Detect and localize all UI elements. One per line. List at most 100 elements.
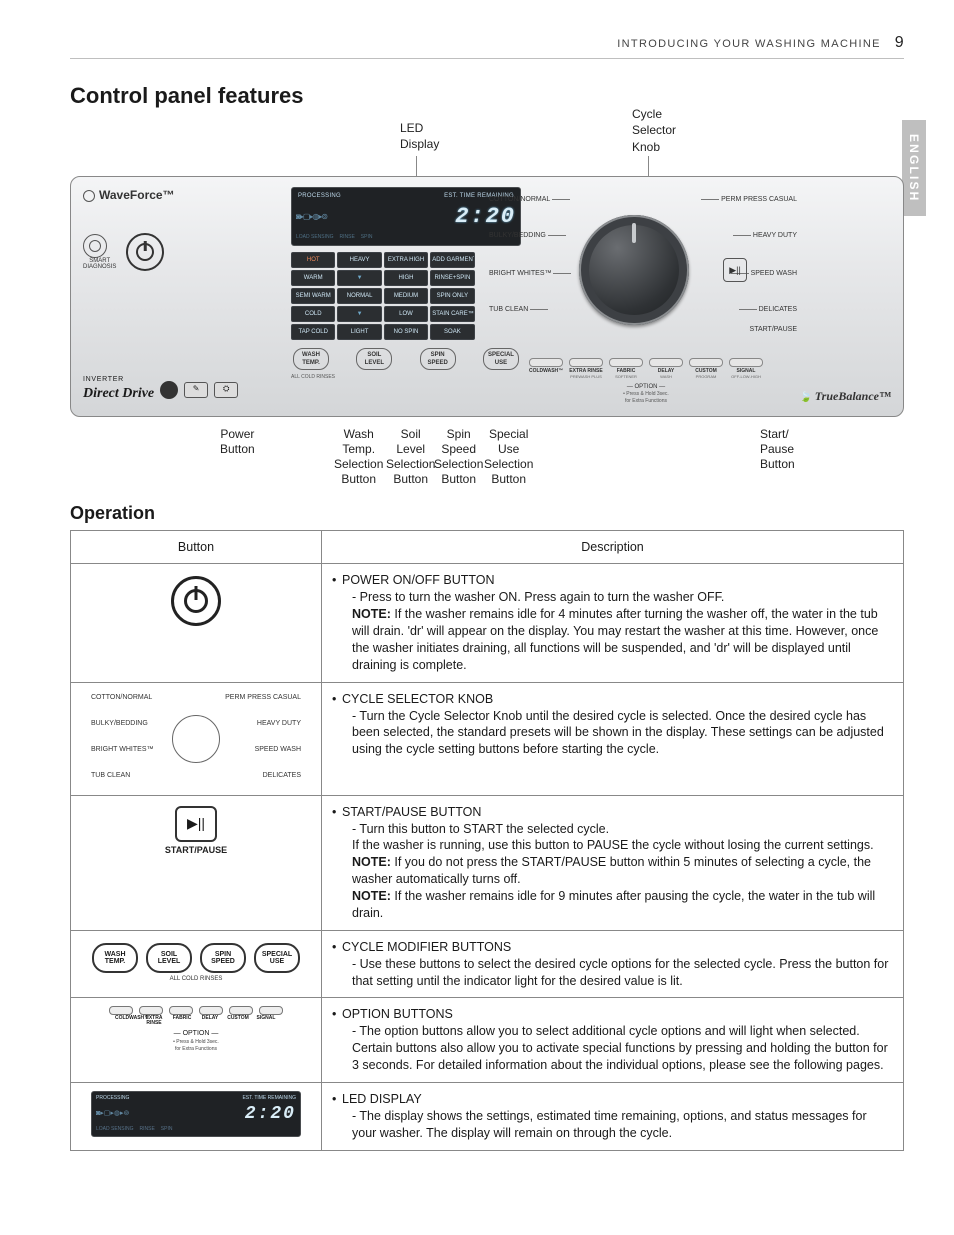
col-button: Button <box>71 530 322 564</box>
table-row: ▶|| START/PAUSE START/PAUSE BUTTON- Turn t… <box>71 795 904 930</box>
page-number: 9 <box>895 32 904 54</box>
option-button: EXTRA RINSEPREWASH PLUS <box>569 358 603 379</box>
waveforce-logo: WaveForce™ <box>83 187 283 203</box>
cert-badge-icon: ⛭ <box>214 382 238 398</box>
panel-knob-zone: COTTON/NORMAL BULKY/BEDDING BRIGHT WHITE… <box>529 187 763 404</box>
grid-cell: NORMAL <box>337 288 381 304</box>
grid-cell: STAIN CARE™ <box>430 306 474 322</box>
led-time: 2:20 <box>455 202 516 232</box>
smart-diagnosis-icon <box>83 234 107 258</box>
start-pause-icon: ▶|| <box>723 258 747 282</box>
description-cell: CYCLE SELECTOR KNOB- Turn the Cycle Sele… <box>322 682 904 795</box>
grid-cell: NO SPIN <box>384 324 428 340</box>
button-cell: WASHTEMP.SOILLEVELSPINSPEEDSPECIALUSEALL… <box>71 930 322 998</box>
grid-cell: TAP COLD <box>291 324 335 340</box>
cycle-label: TUB CLEAN <box>489 305 550 314</box>
grid-cell: ADD GARMENTS <box>430 252 474 268</box>
modifier-button: SOILLEVEL <box>354 348 394 370</box>
top-callouts: LED Display Cycle Selector Knob <box>70 116 904 176</box>
option-button: DELAYWASH <box>649 358 683 379</box>
smart-diagnosis-label: SMART DIAGNOSIS <box>83 258 116 270</box>
page-title: Control panel features <box>70 81 904 111</box>
truebalance-logo: TrueBalance™ <box>800 388 891 405</box>
button-cell: COLDWASH™EXTRA RINSEFABRICDELAYCUSTOMSIG… <box>71 998 322 1083</box>
knob-icon: COTTON/NORMALBULKY/BEDDINGBRIGHT WHITES™… <box>91 691 301 787</box>
callout-start: Start/ Pause Button <box>760 427 795 472</box>
settings-grid: HOTHEAVYEXTRA HIGHADD GARMENTS WARM HIGHRI… <box>291 252 521 340</box>
dd-badge-icon <box>160 381 178 399</box>
led-strip: LOAD SENSINGRINSESPIN <box>296 234 516 241</box>
callout-led: LED Display <box>400 120 439 152</box>
led-display: PROCESSINGEST. TIME REMAINING ◙▸▢▸◍▸⊚ 2:… <box>291 187 521 246</box>
grid-cell: MEDIUM <box>384 288 428 304</box>
grid-cell: WARM <box>291 270 335 286</box>
button-cell: PROCESSINGEST. TIME REMAINING◙▸▢▸◍▸⊚2:20… <box>71 1082 322 1150</box>
option-button: SIGNALOFF-LOW-HIGH <box>729 358 763 379</box>
led-progress-icons: ◙▸▢▸◍▸⊚ <box>296 212 327 223</box>
cycle-label: BRIGHT WHITES™ <box>489 269 573 278</box>
bottom-callouts: Power Button Wash Temp. Selection Button… <box>70 421 904 493</box>
control-panel-diagram: WaveForce™ SMART DIAGNOSIS INVERTER Dire… <box>70 176 904 417</box>
panel-right-zone: TrueBalance™ <box>771 187 891 404</box>
cert-badge-icon: ✎ <box>184 382 208 398</box>
button-cell: COTTON/NORMALBULKY/BEDDINGBRIGHT WHITES™… <box>71 682 322 795</box>
led-icon: PROCESSINGEST. TIME REMAINING◙▸▢▸◍▸⊚2:20… <box>91 1091 301 1137</box>
col-description: Description <box>322 530 904 564</box>
grid-cell: COLD <box>291 306 335 322</box>
grid-cell <box>337 306 381 322</box>
language-tab: ENGLISH <box>902 120 926 216</box>
modifier-button: SPINSPEED <box>418 348 458 370</box>
grid-cell: HIGH <box>384 270 428 286</box>
option-caption: — OPTION — • Press & Hold 3sec. for Extr… <box>529 383 763 405</box>
start-pause-label: START/PAUSE <box>81 844 311 856</box>
callout-spin: Spin Speed Selection Button <box>434 427 483 487</box>
option-button: CUSTOMPROGRAM <box>689 358 723 379</box>
all-cold-rinses-label: ALL COLD RINSES <box>291 374 521 381</box>
section-title: INTRODUCING YOUR WASHING MACHINE <box>617 37 880 52</box>
callout-soil: Soil Level Selection Button <box>386 427 435 487</box>
description-cell: CYCLE MODIFIER BUTTONS- Use these button… <box>322 930 904 998</box>
button-cell <box>71 564 322 682</box>
running-header: INTRODUCING YOUR WASHING MACHINE 9 <box>70 32 904 59</box>
modifier-row: WASHTEMP.SOILLEVELSPINSPEEDSPECIALUSE <box>291 348 521 370</box>
cycle-label: COTTON/NORMAL <box>489 195 572 204</box>
button-cell: ▶|| START/PAUSE <box>71 795 322 930</box>
description-cell: LED DISPLAY- The display shows the setti… <box>322 1082 904 1150</box>
led-hdr-left: PROCESSING <box>298 192 341 200</box>
grid-cell: LOW <box>384 306 428 322</box>
start-pause-icon: ▶|| <box>175 806 217 842</box>
panel-left-zone: WaveForce™ SMART DIAGNOSIS INVERTER Dire… <box>83 187 283 404</box>
callout-knob: Cycle Selector Knob <box>632 106 676 155</box>
table-row: COLDWASH™EXTRA RINSEFABRICDELAYCUSTOMSIG… <box>71 998 904 1083</box>
power-icon <box>171 576 221 626</box>
direct-drive-logo: INVERTER Direct Drive ✎ ⛭ <box>83 375 238 404</box>
panel-mid-zone: PROCESSINGEST. TIME REMAINING ◙▸▢▸◍▸⊚ 2:… <box>291 187 521 404</box>
grid-cell: EXTRA HIGH <box>384 252 428 268</box>
table-row: PROCESSINGEST. TIME REMAINING◙▸▢▸◍▸⊚2:20… <box>71 1082 904 1150</box>
callout-special: Special Use Selection Button <box>484 427 533 487</box>
callout-power: Power Button <box>220 427 255 457</box>
grid-cell: RINSE+SPIN <box>430 270 474 286</box>
modifier-icons: WASHTEMP.SOILLEVELSPINSPEEDSPECIALUSE <box>81 943 311 973</box>
grid-cell: SEMI WARM <box>291 288 335 304</box>
table-row: COTTON/NORMALBULKY/BEDDINGBRIGHT WHITES™… <box>71 682 904 795</box>
option-button: FABRICSOFTENER <box>609 358 643 379</box>
table-row: WASHTEMP.SOILLEVELSPINSPEEDSPECIALUSEALL… <box>71 930 904 998</box>
grid-cell: HOT <box>291 252 335 268</box>
power-button-icon <box>126 233 164 271</box>
grid-cell: SOAK <box>430 324 474 340</box>
option-button: COLDWASH™ <box>529 358 563 379</box>
grid-cell: HEAVY <box>337 252 381 268</box>
grid-cell: SPIN ONLY <box>430 288 474 304</box>
operation-heading: Operation <box>70 501 904 525</box>
option-row: COLDWASH™ EXTRA RINSEPREWASH PLUS FABRICSO… <box>529 358 763 379</box>
cycle-label: BULKY/BEDDING <box>489 231 568 240</box>
operation-table: Button Description POWER ON/OFF BUTTON- … <box>70 530 904 1151</box>
inverter-label: INVERTER <box>83 375 154 384</box>
grid-cell <box>337 270 381 286</box>
cycle-selector-knob-icon <box>579 215 689 325</box>
modifier-button: WASHTEMP. <box>291 348 331 370</box>
grid-cell: LIGHT <box>337 324 381 340</box>
description-cell: START/PAUSE BUTTON- Turn this button to … <box>322 795 904 930</box>
options-icon: COLDWASH™EXTRA RINSEFABRICDELAYCUSTOMSIG… <box>96 1006 296 1052</box>
